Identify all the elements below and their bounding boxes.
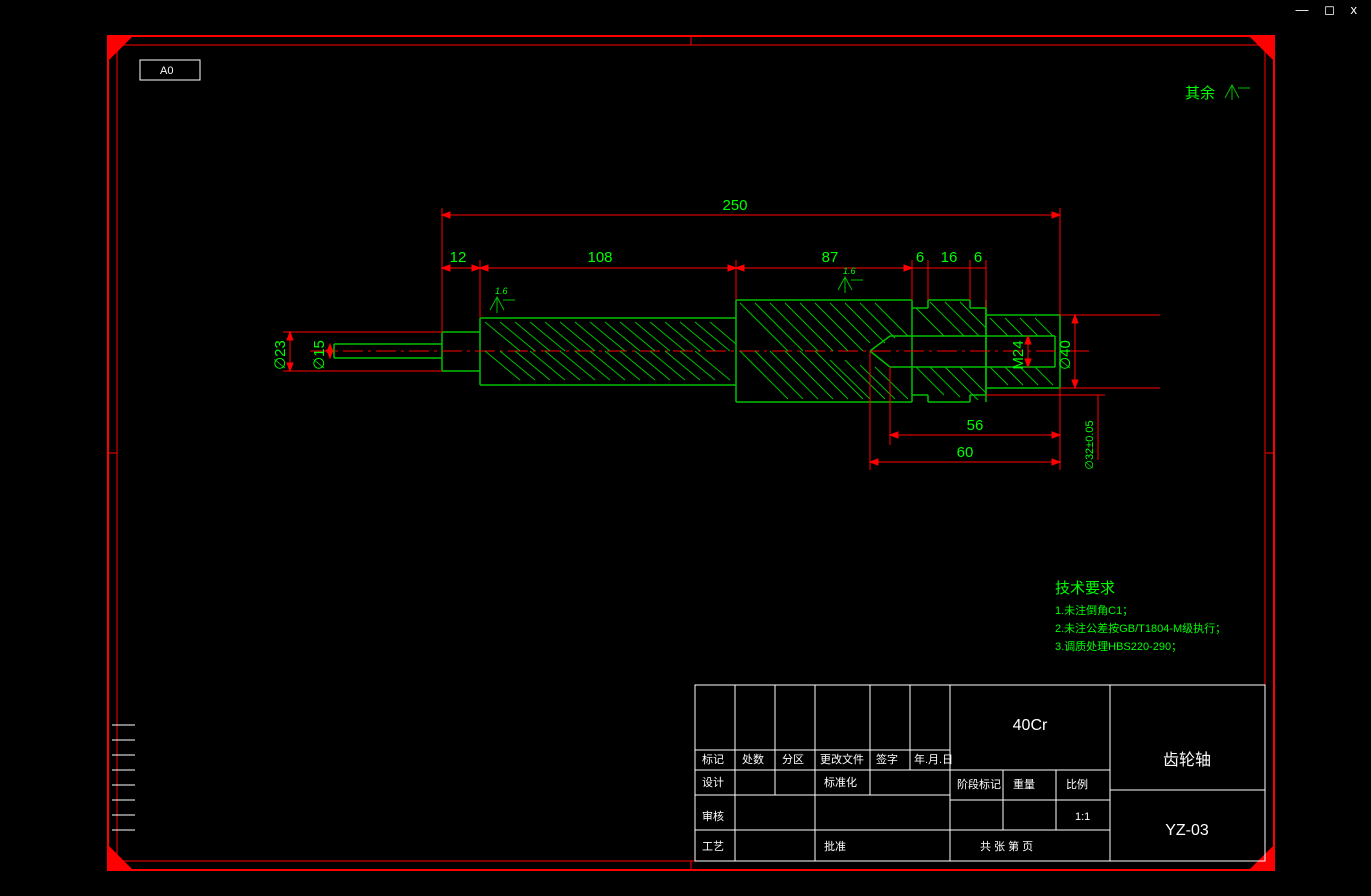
svg-text:处数: 处数 (742, 753, 764, 766)
sheet-label-box: A0 (140, 60, 200, 80)
svg-text:工艺: 工艺 (702, 840, 724, 853)
dim-87: 87 (822, 249, 839, 266)
technical-requirements: 技术要求 1.未注倒角C1； 2.未注公差按GB/T1804-M级执行； 3.调… (1055, 580, 1226, 653)
svg-text:批准: 批准 (824, 839, 846, 853)
svg-text:重量: 重量 (1013, 777, 1035, 791)
dim-6a: 6 (916, 249, 924, 266)
drawing-number: YZ-03 (1165, 822, 1209, 839)
part-name: 齿轮轴 (1163, 751, 1211, 769)
svg-text:标准化: 标准化 (824, 775, 857, 789)
dim-m24: M24 (1010, 340, 1027, 369)
svg-text:2.未注公差按GB/T1804-M级执行；: 2.未注公差按GB/T1804-M级执行； (1055, 621, 1226, 635)
svg-text:1.未注倒角C1；: 1.未注倒角C1； (1055, 603, 1133, 617)
dim-16: 16 (941, 249, 958, 266)
dim-60: 60 (957, 444, 974, 461)
svg-text:年.月.日: 年.月.日 (914, 752, 953, 766)
svg-text:分区: 分区 (782, 753, 804, 766)
svg-text:标记: 标记 (702, 752, 724, 766)
dim-12: 12 (450, 249, 467, 266)
cad-drawing-canvas: A0 其余 (0, 0, 1371, 896)
title-block-text: 40Cr 齿轮轴 YZ-03 标记 处数 分区 更改文件 签字 年.月.日 设计… (702, 717, 1211, 853)
svg-text:签字: 签字 (876, 752, 898, 766)
dim-dia23: ∅23 (272, 340, 289, 370)
dim-dia32: ∅32±0.05 (1084, 420, 1096, 469)
dim-6b: 6 (974, 249, 982, 266)
svg-text:技术要求: 技术要求 (1055, 580, 1115, 597)
svg-text:共 张 第 页: 共 张 第 页 (980, 839, 1033, 853)
surface-finish-note: 其余 (1185, 84, 1250, 102)
dim-108: 108 (587, 249, 612, 266)
svg-text:审核: 审核 (702, 809, 724, 823)
material: 40Cr (1013, 717, 1048, 734)
sheet-label: A0 (160, 65, 173, 77)
side-markers (112, 725, 135, 830)
dim-dia15: ∅15 (311, 340, 328, 370)
dim-dia40: ∅40 (1057, 340, 1074, 370)
svg-text:更改文件: 更改文件 (820, 752, 864, 766)
svg-text:比例: 比例 (1066, 777, 1088, 791)
svg-text:设计: 设计 (702, 776, 724, 789)
scale: 1:1 (1075, 811, 1090, 823)
ra1: 1.6 (495, 286, 508, 296)
drawing-frame (108, 36, 1274, 870)
dim-56: 56 (967, 417, 984, 434)
svg-text:3.调质处理HBS220-290；: 3.调质处理HBS220-290； (1055, 640, 1182, 653)
dim-250: 250 (722, 197, 747, 214)
svg-text:阶段标记: 阶段标记 (957, 777, 1001, 791)
dimensions: 250 12 108 87 6 16 6 56 60 ∅2 (272, 197, 1160, 470)
ra2: 1.6 (843, 266, 856, 276)
svg-text:其余: 其余 (1185, 84, 1215, 102)
